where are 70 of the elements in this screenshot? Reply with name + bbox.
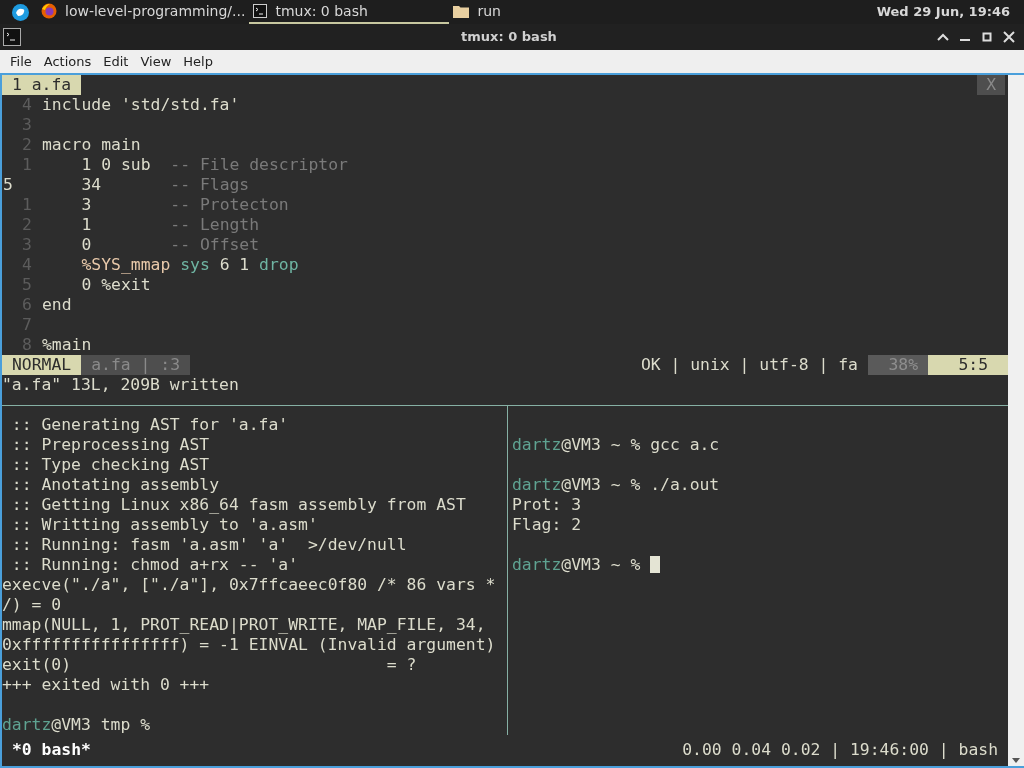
prompt-command: @VM3 ~ % ./a.out <box>561 475 720 495</box>
code-text: %SYS_mmap <box>80 255 172 275</box>
code-comment: -- Length <box>170 215 260 235</box>
code-comment: -- File descriptor <box>170 155 348 175</box>
code-text: include 'std/std.fa' <box>42 95 240 115</box>
terminal-output-line: Prot: 3 <box>512 495 583 515</box>
terminal-output-line: /) = 0 <box>2 595 63 615</box>
code-text: macro main <box>42 135 141 155</box>
shade-icon[interactable] <box>937 32 949 42</box>
menu-item[interactable]: Actions <box>37 51 98 72</box>
terminal-output-line: 0xffffffffffffffff) = -1 EINVAL (Invalid argument) <box>2 635 497 655</box>
scrollbar[interactable] <box>1008 75 1024 766</box>
terminal-output-line: :: Running: fasm 'a.asm' 'a' >/dev/null <box>10 535 408 555</box>
browser-icon <box>41 3 57 19</box>
terminal-output-line: :: Running: chmod a+rx -- 'a' <box>10 555 300 575</box>
code-text: sys <box>180 255 210 275</box>
taskbar-button[interactable]: low-level-programming/... <box>37 0 250 24</box>
terminal-output-line: :: Anotating assembly <box>10 475 221 495</box>
code-text: 1 <box>80 215 93 235</box>
code-text: 3 <box>80 195 93 215</box>
taskbar-button[interactable]: run <box>449 0 505 24</box>
terminal-output-line: mmap(NULL, 1, PROT_READ|PROT_WRITE, MAP_FILE, 34, <box>2 615 487 635</box>
prompt-command: @VM3 tmp % <box>51 715 151 735</box>
code-text: 0 <box>80 235 93 255</box>
file-indicator: a.fa | :3 <box>81 355 191 375</box>
code-text: 0 %exit <box>80 275 151 295</box>
line-number: 5 <box>2 175 14 195</box>
terminal-output-line: :: Type checking AST <box>10 455 211 475</box>
terminal-output-line: execve("./a", ["./a"], 0x7ffcaeec0f80 /* 86 vars * <box>2 575 497 595</box>
cursor-position: 5:5 <box>928 355 1008 375</box>
terminal-output-line: :: Generating AST for 'a.fa' <box>10 415 290 435</box>
prompt-user: dartz <box>512 555 562 575</box>
code-comment: -- Offset <box>170 235 260 255</box>
terminal-output-line: :: Preprocessing AST <box>10 435 211 455</box>
code-text: 6 1 <box>218 255 251 275</box>
folder-icon <box>453 4 470 18</box>
code-text: drop <box>259 255 299 275</box>
terminal-output-line: +++ exited with 0 +++ <box>2 675 211 695</box>
prompt-user: dartz <box>512 435 562 455</box>
tmux-status-info: 0.00 0.04 0.02 | 19:46:00 | bash <box>682 740 999 760</box>
code-text: 34 <box>80 175 103 195</box>
terminal-icon <box>253 4 268 18</box>
file-info: OK | unix | utf-8 | fa <box>640 355 859 375</box>
window-title: tmux: 0 bash <box>461 28 557 47</box>
prompt-user: dartz <box>512 475 562 495</box>
editor-tab[interactable]: 1 a.fa <box>2 75 82 95</box>
code-text: end <box>42 295 72 315</box>
tmux-window[interactable]: *0 bash* <box>2 740 91 760</box>
menu-item[interactable]: Help <box>177 51 219 72</box>
code-text: 1 0 sub <box>80 155 152 175</box>
mode-indicator: NORMAL <box>2 355 82 375</box>
terminal-output-line: :: Getting Linux x86_64 fasm assembly from AST <box>10 495 467 515</box>
clock[interactable]: Wed 29 Jun, 19:46 <box>876 2 1010 22</box>
terminal-output-line: :: Writting assembly to 'a.asm' <box>10 515 319 535</box>
code-text: %main <box>42 335 92 355</box>
menu-item[interactable]: File <box>4 51 38 72</box>
menu-item[interactable]: Edit <box>97 51 135 72</box>
prompt-user: dartz <box>2 715 52 735</box>
terminal-output-line: Flag: 2 <box>512 515 583 535</box>
menu-item[interactable]: View <box>134 51 178 72</box>
code-comment: -- Protecton <box>170 195 289 215</box>
code-comment: -- Flags <box>170 175 250 195</box>
app-menu-icon[interactable] <box>12 3 29 21</box>
prompt-command: @VM3 ~ % <box>561 555 642 575</box>
prompt-command: @VM3 ~ % gcc a.c <box>561 435 720 455</box>
terminal-output-line: exit(0) = ? <box>2 655 418 675</box>
terminal-icon <box>3 28 21 46</box>
maximize-icon[interactable] <box>981 32 993 42</box>
status-message: "a.fa" 13L, 209B written <box>2 375 239 394</box>
close-icon[interactable] <box>1003 31 1015 43</box>
